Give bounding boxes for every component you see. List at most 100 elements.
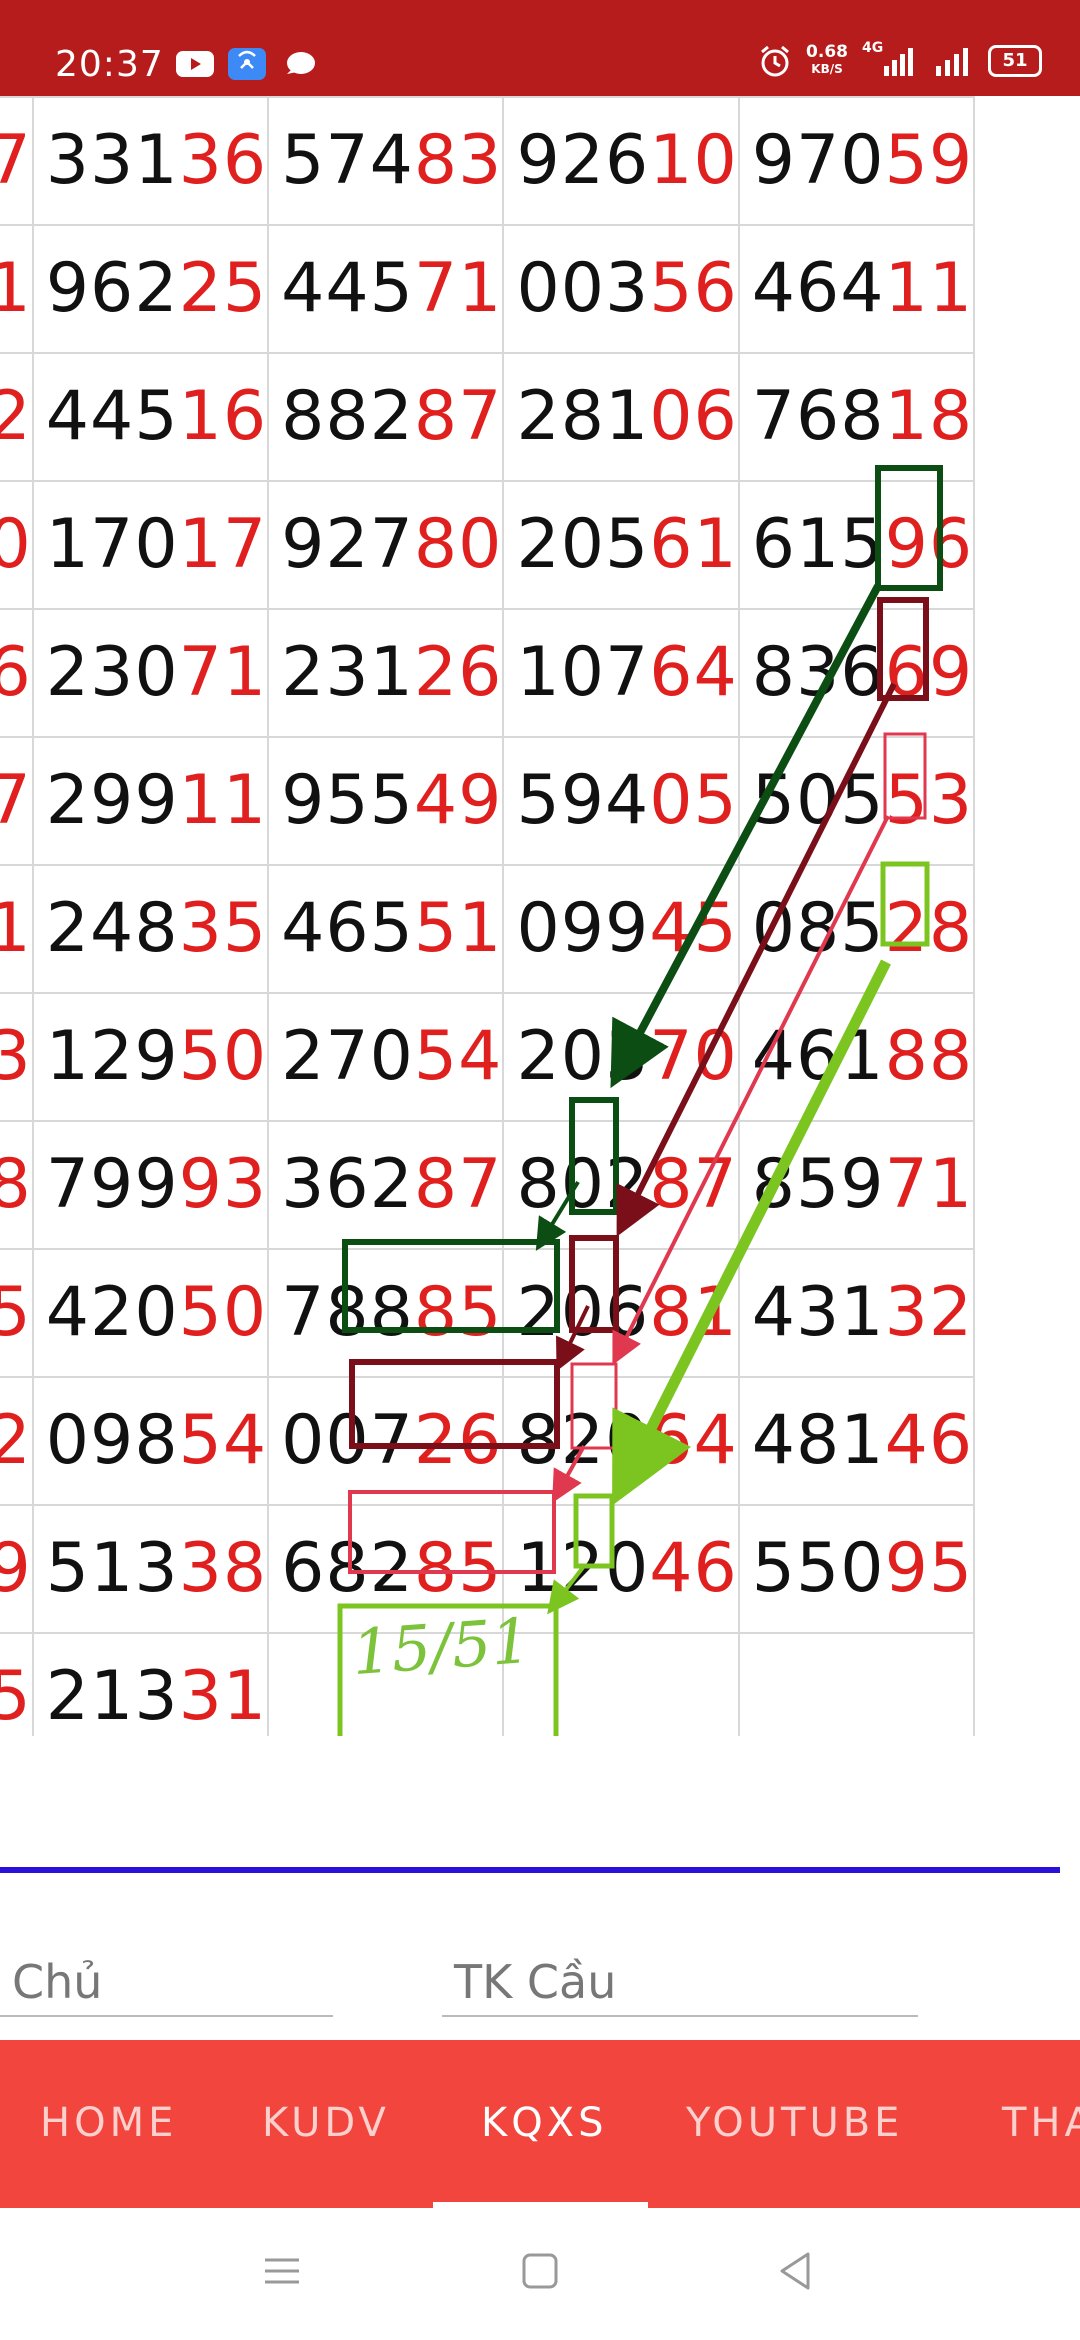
home-square-icon[interactable] [515, 2246, 565, 2296]
grid-cell-value: 61596 [741, 483, 974, 607]
cell-suffix: 06 [649, 377, 738, 456]
cell-prefix: 099 [516, 889, 650, 968]
grid-cell-value: 905 [0, 1251, 31, 1375]
grid-cell: 79993 [31, 1120, 270, 1250]
grid-cell-value: 51338 [35, 1507, 266, 1631]
cell-suffix: 49 [413, 761, 503, 840]
grid-cell-value: 20561 [505, 483, 736, 607]
grid-cell-value: 33136 [35, 99, 266, 223]
grid-cell: 00356 [502, 224, 740, 354]
cell-prefix: 962 [45, 249, 179, 328]
status-bar: 20:37 0.68 KB/S 4G 51 [0, 0, 1080, 96]
grid-cell: 80287 [502, 1120, 740, 1250]
grid-cell-value: 95549 [270, 739, 503, 863]
cell-suffix: 64 [649, 1401, 738, 1480]
battery-icon: 51 [988, 45, 1042, 77]
cell-prefix: 464 [751, 249, 885, 328]
table-row: 04124835465510994508528 [0, 864, 976, 994]
cell-suffix: 69 [884, 633, 974, 712]
cell-prefix: 513 [45, 1529, 179, 1608]
handwritten-note: 15/51 [349, 1603, 534, 1690]
cell-prefix: 970 [751, 121, 885, 200]
grid-cell: 97059 [737, 96, 976, 226]
cell-suffix: 71 [884, 1145, 974, 1224]
menu-icon[interactable] [257, 2246, 307, 2296]
cell-suffix: 17 [0, 761, 31, 840]
grid-cell-value: 530 [0, 483, 31, 607]
cell-suffix: 96 [884, 505, 974, 584]
cell-prefix: 331 [45, 121, 179, 200]
grid-cell: 96225 [31, 224, 270, 354]
grid-cell-value: 42050 [35, 1251, 268, 1375]
tk-cau-field[interactable]: TK Cầu [442, 1955, 918, 2017]
cell-prefix: 445 [45, 377, 179, 456]
cell-suffix: 36 [0, 633, 31, 712]
cell-suffix: 26 [413, 1401, 503, 1480]
grid-cell: 46411 [737, 224, 976, 354]
cell-prefix: 248 [45, 889, 179, 968]
cell-suffix: 16 [178, 377, 268, 456]
cell-suffix: 45 [0, 1657, 31, 1736]
tab-home[interactable]: HOME [40, 2100, 177, 2146]
grid-cell: 36287 [267, 1120, 505, 1250]
grid-cell: 20370 [502, 992, 740, 1122]
grid-cell: 23126 [267, 608, 505, 738]
grid-cell-value: 21331 [35, 1635, 268, 1736]
grid-cell-value: 09945 [505, 867, 736, 991]
cell-prefix: 859 [751, 1145, 885, 1224]
tab-kqxs[interactable]: KQXS [481, 2100, 608, 2146]
grid-cell-value: 17017 [35, 483, 266, 607]
grid-cell: 76818 [737, 352, 976, 482]
cell-suffix: 02 [0, 1401, 31, 1480]
cell-suffix: 31 [178, 1657, 268, 1736]
cell-prefix: 170 [45, 505, 179, 584]
cell-suffix: 28 [884, 889, 974, 968]
cell-prefix: 107 [516, 633, 650, 712]
tab-tha[interactable]: THA [1002, 2100, 1080, 2146]
cell-suffix: 63 [0, 1017, 31, 1096]
cell-suffix: 46 [649, 1529, 738, 1608]
cell-suffix: 85 [413, 1273, 503, 1352]
grid-cell-value: 363 [0, 995, 31, 1119]
cell-prefix: 461 [751, 1017, 885, 1096]
cell-suffix: 54 [178, 1401, 268, 1480]
tab-kudv[interactable]: KUDV [262, 2100, 390, 2146]
bottom-tab-bar: HOME KUDV KQXS YOUTUBE THA [0, 2040, 1080, 2208]
cell-prefix: 788 [281, 1273, 414, 1352]
table-row: 11729911955495940550553 [0, 736, 976, 866]
cell-prefix: 431 [751, 1273, 885, 1352]
grid-cell-value: 82064 [505, 1379, 738, 1503]
cell-suffix: 50 [178, 1273, 268, 1352]
grid-cell: 43132 [737, 1248, 976, 1378]
cell-suffix: 46 [884, 1401, 974, 1480]
table-row: 036 23071231261076483669 [0, 608, 976, 738]
grid-cell: 09945 [502, 864, 740, 994]
cell-suffix: 11 [884, 249, 974, 328]
cell-prefix: 230 [45, 633, 179, 712]
cell-prefix: 205 [516, 505, 650, 584]
grid-cell-value: 27054 [270, 995, 501, 1119]
cell-suffix: 18 [884, 377, 974, 456]
cell-prefix: 481 [751, 1401, 885, 1480]
grid-cell: 46551 [267, 864, 505, 994]
grid-cell-value: 83669 [741, 611, 974, 735]
table-row: 40209854007268206448146 [0, 1376, 976, 1506]
cell-suffix: 51 [413, 889, 503, 968]
grid-cell-value: 92610 [505, 99, 736, 223]
grid-cell: 29911 [31, 736, 270, 866]
cell-suffix: 88 [0, 1145, 31, 1224]
cell-suffix: 71 [413, 249, 503, 328]
status-right: 0.68 KB/S 4G 51 [758, 40, 1042, 78]
back-triangle-icon[interactable] [770, 2246, 820, 2296]
table-row: 92196225445710035646411 [0, 224, 976, 354]
grid-cell-value: 28106 [505, 355, 738, 479]
grid-cell: 92780 [267, 480, 505, 610]
cell-suffix: 64 [649, 633, 738, 712]
chu-field[interactable]: Chủ [0, 1955, 333, 2017]
grid-cell: 61596 [737, 480, 976, 610]
cell-prefix: 085 [751, 889, 885, 968]
tab-youtube[interactable]: YOUTUBE [686, 2100, 903, 2146]
grid-cell: 036 [0, 608, 34, 738]
cell-suffix: 71 [178, 633, 268, 712]
hotspot-icon [228, 48, 266, 80]
